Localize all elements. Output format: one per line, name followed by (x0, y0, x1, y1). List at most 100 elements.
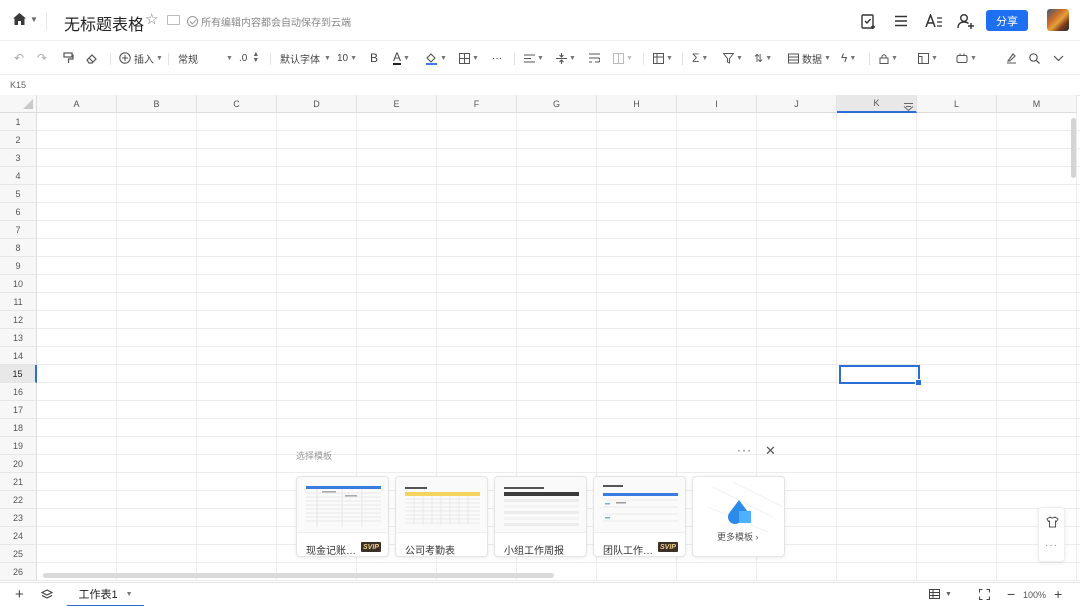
table-style-button[interactable]: ▼ (653, 49, 673, 67)
freeze-button[interactable]: ▼ (918, 49, 938, 67)
font-color-button[interactable]: A ▼ (393, 49, 410, 67)
clear-format-icon[interactable] (1005, 49, 1017, 67)
borders-button[interactable]: ▼ (459, 49, 479, 67)
row-header-18[interactable]: 18 (0, 419, 37, 437)
add-user-icon[interactable] (956, 11, 976, 31)
column-header-e[interactable]: E (357, 95, 437, 113)
column-header-d[interactable]: D (277, 95, 357, 113)
avatar[interactable] (1047, 9, 1069, 31)
sheet-tab[interactable]: 工作表1 ▼ (67, 583, 144, 606)
row-header-13[interactable]: 13 (0, 329, 37, 347)
layers-icon[interactable] (41, 589, 53, 600)
row-header-19[interactable]: 19 (0, 437, 37, 455)
plugin-button[interactable]: ▼ (956, 49, 977, 67)
template-card-cash-ledger[interactable]: 现金记账… SVIP (296, 476, 389, 557)
row-header-21[interactable]: 21 (0, 473, 37, 491)
eraser-icon[interactable] (86, 49, 98, 67)
active-cell[interactable] (839, 365, 922, 386)
row-header-8[interactable]: 8 (0, 239, 37, 257)
row-header-7[interactable]: 7 (0, 221, 37, 239)
star-icon[interactable]: ☆ (145, 12, 158, 28)
row-header-22[interactable]: 22 (0, 491, 37, 509)
task-check-icon[interactable] (858, 11, 878, 31)
home-menu[interactable]: ▼ (12, 12, 38, 26)
row-header-10[interactable]: 10 (0, 275, 37, 293)
format-painter-icon[interactable] (63, 49, 74, 67)
sum-button[interactable]: Σ ▼ (692, 49, 708, 67)
close-icon[interactable]: ✕ (765, 443, 776, 459)
column-header-m[interactable]: M (997, 95, 1077, 113)
shirt-icon[interactable] (1046, 515, 1059, 533)
more-templates-card[interactable]: 更多模板 › (692, 476, 785, 557)
row-header-24[interactable]: 24 (0, 527, 37, 545)
smart-tools-button[interactable]: ϟ ▼ (841, 49, 856, 67)
column-header-f[interactable]: F (437, 95, 517, 113)
data-menu-button[interactable]: 数据 ▼ (788, 49, 831, 67)
row-header-17[interactable]: 17 (0, 401, 37, 419)
row-header-15[interactable]: 15 (0, 365, 37, 383)
zoom-out-button[interactable]: − (1007, 586, 1015, 602)
more-icon[interactable]: ··· (1045, 540, 1058, 551)
column-header-j[interactable]: J (757, 95, 837, 113)
row-header-5[interactable]: 5 (0, 185, 37, 203)
column-header-l[interactable]: L (917, 95, 997, 113)
row-header-3[interactable]: 3 (0, 149, 37, 167)
column-filter-icon[interactable] (903, 99, 914, 112)
row-header-2[interactable]: 2 (0, 131, 37, 149)
column-header-i[interactable]: I (677, 95, 757, 113)
menu-icon[interactable] (891, 11, 911, 31)
row-header-23[interactable]: 23 (0, 509, 37, 527)
wrap-text-icon[interactable] (589, 49, 600, 67)
add-sheet-icon[interactable]: + (15, 586, 24, 603)
text-format-icon[interactable] (924, 11, 944, 31)
insert-button[interactable]: 插入 ▼ (119, 49, 163, 67)
row-header-4[interactable]: 4 (0, 167, 37, 185)
column-header-c[interactable]: C (197, 95, 277, 113)
merge-cells-button[interactable]: ▼ (613, 49, 633, 67)
row-header-20[interactable]: 20 (0, 455, 37, 473)
more-options-icon[interactable]: ··· (737, 443, 752, 457)
column-header-b[interactable]: B (117, 95, 197, 113)
decimal-stepper[interactable]: .0 ▲ ▼ (239, 49, 259, 67)
row-header-6[interactable]: 6 (0, 203, 37, 221)
horizontal-scrollbar[interactable] (43, 573, 554, 578)
column-header-a[interactable]: A (37, 95, 117, 113)
row-header-14[interactable]: 14 (0, 347, 37, 365)
template-card-attendance[interactable]: 公司考勤表 (395, 476, 488, 557)
vertical-align-button[interactable]: ▼ (556, 49, 576, 67)
fullscreen-icon[interactable] (979, 589, 990, 600)
view-mode-button[interactable]: ▼ (929, 589, 952, 599)
font-family-select[interactable]: 默认字体 ▼ (280, 49, 331, 67)
more-tools-button[interactable]: ··· (492, 49, 502, 67)
horizontal-align-button[interactable]: ▼ (524, 49, 544, 67)
template-card-team-work[interactable]: 团队工作… SVIP (593, 476, 686, 557)
font-size-select[interactable]: 10 ▼ (337, 49, 357, 67)
column-header-h[interactable]: H (597, 95, 677, 113)
protect-button[interactable]: ▼ (879, 49, 898, 67)
sort-button[interactable]: ⇅ ▼ (754, 49, 772, 67)
row-header-25[interactable]: 25 (0, 545, 37, 563)
row-header-12[interactable]: 12 (0, 311, 37, 329)
select-all-corner[interactable] (0, 95, 37, 113)
bold-button[interactable]: B (370, 49, 378, 67)
filter-button[interactable]: ▼ (723, 49, 743, 67)
folder-icon[interactable] (167, 15, 180, 25)
name-box[interactable]: K15 (10, 80, 26, 90)
column-header-g[interactable]: G (517, 95, 597, 113)
row-header-9[interactable]: 9 (0, 257, 37, 275)
share-button[interactable]: 分享 (986, 10, 1028, 31)
row-header-1[interactable]: 1 (0, 113, 37, 131)
collapse-toolbar-icon[interactable] (1053, 49, 1064, 67)
search-icon[interactable] (1029, 49, 1040, 67)
row-header-16[interactable]: 16 (0, 383, 37, 401)
template-card-weekly-report[interactable]: 小组工作周报 (494, 476, 587, 557)
zoom-in-button[interactable]: + (1054, 586, 1062, 602)
number-format-select[interactable]: 常规 ▼ (178, 49, 233, 67)
row-header-26[interactable]: 26 (0, 563, 37, 581)
vertical-scrollbar[interactable] (1071, 118, 1076, 178)
undo-icon[interactable]: ↶ (14, 49, 24, 67)
doc-title[interactable]: 无标题表格 (64, 11, 144, 35)
redo-icon[interactable]: ↷ (37, 49, 47, 67)
row-header-11[interactable]: 11 (0, 293, 37, 311)
fill-color-button[interactable]: ▼ (425, 49, 447, 67)
